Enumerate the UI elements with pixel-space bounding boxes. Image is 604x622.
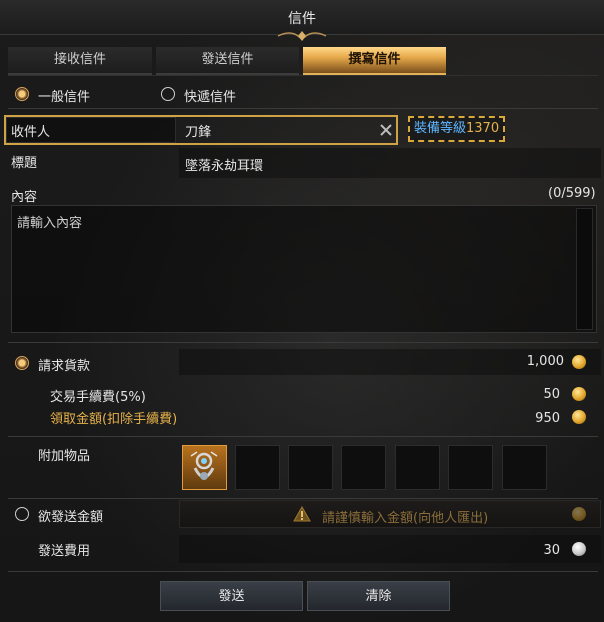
gear-level-label: 裝備等級	[414, 121, 467, 136]
gold-coin-icon	[572, 507, 586, 521]
divider-5	[8, 571, 598, 572]
content-placeholder: 請輸入內容	[17, 216, 83, 231]
divider-3	[8, 436, 598, 437]
payment-request-label: 請求貨款	[38, 359, 91, 374]
payment-amount-value[interactable]: 1,000	[480, 354, 564, 369]
tab-inbox[interactable]: 接收信件	[8, 47, 152, 75]
receive-amount-label: 領取金額(扣除手續費)	[50, 412, 178, 427]
express-mail-radio[interactable]	[161, 87, 175, 101]
silver-coin-icon	[572, 542, 586, 556]
attachment-slot-4[interactable]	[341, 445, 386, 490]
divider-4	[8, 498, 598, 499]
fee-value: 50	[543, 387, 560, 402]
content-textarea[interactable]	[11, 205, 597, 333]
attachment-slot-2[interactable]	[235, 445, 280, 490]
attachment-slot-7[interactable]	[502, 445, 547, 490]
earring-item-icon	[190, 451, 218, 480]
send-gold-radio[interactable]	[15, 507, 29, 521]
tab-compose[interactable]: 撰寫信件	[303, 47, 446, 75]
send-button[interactable]: 發送	[160, 581, 303, 611]
attachment-slot-1[interactable]	[182, 445, 227, 490]
send-fee-value: 30	[543, 543, 560, 558]
clear-button[interactable]: 清除	[307, 581, 450, 611]
gold-coin-icon	[572, 355, 586, 369]
attachment-slot-6[interactable]	[448, 445, 493, 490]
send-gold-label: 欲發送金額	[38, 510, 104, 525]
window-title: 信件	[288, 11, 316, 27]
normal-mail-label: 一般信件	[38, 90, 91, 105]
attachment-slot-3[interactable]	[288, 445, 333, 490]
title-ornament-icon	[277, 31, 327, 41]
recipient-input[interactable]: 刀鋒	[185, 121, 211, 140]
close-icon[interactable]	[379, 123, 393, 137]
tab-sent[interactable]: 發送信件	[156, 47, 299, 75]
gear-level-badge: 裝備等級1370	[408, 116, 506, 142]
express-mail-label: 快遞信件	[184, 90, 237, 105]
subject-label: 標題	[11, 156, 38, 171]
tab-divider	[8, 75, 598, 76]
send-gold-warning: 請謹慎輸入金額(向他人匯出)	[322, 511, 489, 526]
subject-input[interactable]: 墜落永劫耳環	[185, 155, 263, 174]
content-label: 內容	[11, 190, 38, 205]
normal-mail-radio[interactable]	[15, 87, 29, 101]
gold-coin-icon	[572, 387, 586, 401]
divider-1	[8, 108, 598, 109]
content-counter: (0/599)	[548, 186, 596, 201]
gold-coin-icon	[572, 410, 586, 424]
send-fee-label: 發送費用	[38, 544, 91, 559]
attachments-label: 附加物品	[38, 449, 91, 464]
attachment-slot-5[interactable]	[395, 445, 440, 490]
payment-request-radio[interactable]	[15, 356, 29, 370]
receive-amount-value: 950	[535, 411, 560, 426]
divider-2	[8, 342, 598, 343]
content-scrollbar[interactable]	[576, 208, 593, 330]
fee-label: 交易手續費(5%)	[50, 390, 146, 405]
recipient-label: 收件人	[11, 125, 51, 140]
warning-icon	[293, 506, 311, 522]
gear-level-value: 1370	[466, 121, 500, 136]
